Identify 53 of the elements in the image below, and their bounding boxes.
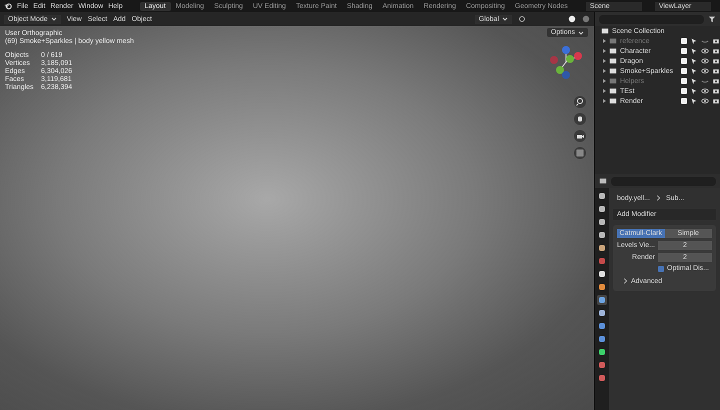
properties-tab-icon[interactable]: [597, 295, 607, 305]
caret-icon: [502, 17, 508, 21]
expand-arrow-icon[interactable]: [603, 39, 606, 43]
properties-tab-icon[interactable]: [597, 334, 607, 344]
properties-tab-icon[interactable]: [597, 308, 607, 318]
include-checkbox[interactable]: [681, 58, 687, 64]
properties-tab-icon[interactable]: [597, 230, 607, 240]
eye-icon[interactable]: [701, 47, 709, 55]
editor-type-icon[interactable]: [599, 177, 607, 185]
camera-icon[interactable]: [574, 130, 586, 142]
optimal-checkbox[interactable]: [658, 266, 664, 272]
expand-arrow-icon[interactable]: [603, 69, 606, 73]
camera-icon[interactable]: [712, 47, 720, 55]
include-checkbox[interactable]: [681, 68, 687, 74]
hand-icon[interactable]: [574, 113, 586, 125]
expand-arrow-icon[interactable]: [603, 99, 606, 103]
properties-tab-icon[interactable]: [597, 347, 607, 357]
expand-arrow-icon[interactable]: [603, 49, 606, 53]
properties-tab-icon[interactable]: [597, 282, 607, 292]
properties-tab-icon[interactable]: [597, 321, 607, 331]
blender-logo-icon[interactable]: [4, 2, 12, 10]
zoom-icon[interactable]: [574, 96, 586, 108]
filter-icon[interactable]: [708, 15, 716, 23]
shading-material-icon[interactable]: [582, 15, 590, 23]
shading-solid-icon[interactable]: [568, 15, 576, 23]
camera-icon[interactable]: [712, 67, 720, 75]
properties-tab-icon[interactable]: [597, 204, 607, 214]
camera-icon[interactable]: [712, 37, 720, 45]
expand-arrow-icon[interactable]: [603, 59, 606, 63]
chevron-icon[interactable]: [621, 277, 629, 285]
expand-arrow-icon[interactable]: [603, 89, 606, 93]
eye-icon[interactable]: [701, 57, 709, 65]
properties-tab-icon[interactable]: [597, 191, 607, 201]
grid-icon[interactable]: [574, 147, 586, 159]
properties-tab-icon[interactable]: [597, 243, 607, 253]
include-checkbox[interactable]: [681, 98, 687, 104]
caret-icon: [578, 30, 584, 34]
include-checkbox[interactable]: [681, 38, 687, 44]
camera-icon[interactable]: [712, 57, 720, 65]
include-checkbox[interactable]: [681, 78, 687, 84]
eye-icon[interactable]: [701, 97, 709, 105]
caret-icon: [50, 17, 57, 21]
expand-arrow-icon[interactable]: [603, 79, 606, 83]
camera-icon[interactable]: [712, 77, 720, 85]
snap-icon[interactable]: [518, 15, 526, 23]
eye-icon[interactable]: [701, 87, 709, 95]
properties-tab-icon[interactable]: [597, 217, 607, 227]
camera-icon[interactable]: [712, 87, 720, 95]
camera-icon[interactable]: [712, 97, 720, 105]
include-checkbox[interactable]: [681, 48, 687, 54]
properties-tab-icon[interactable]: [597, 269, 607, 279]
eye-icon[interactable]: [701, 67, 709, 75]
include-checkbox[interactable]: [681, 88, 687, 94]
